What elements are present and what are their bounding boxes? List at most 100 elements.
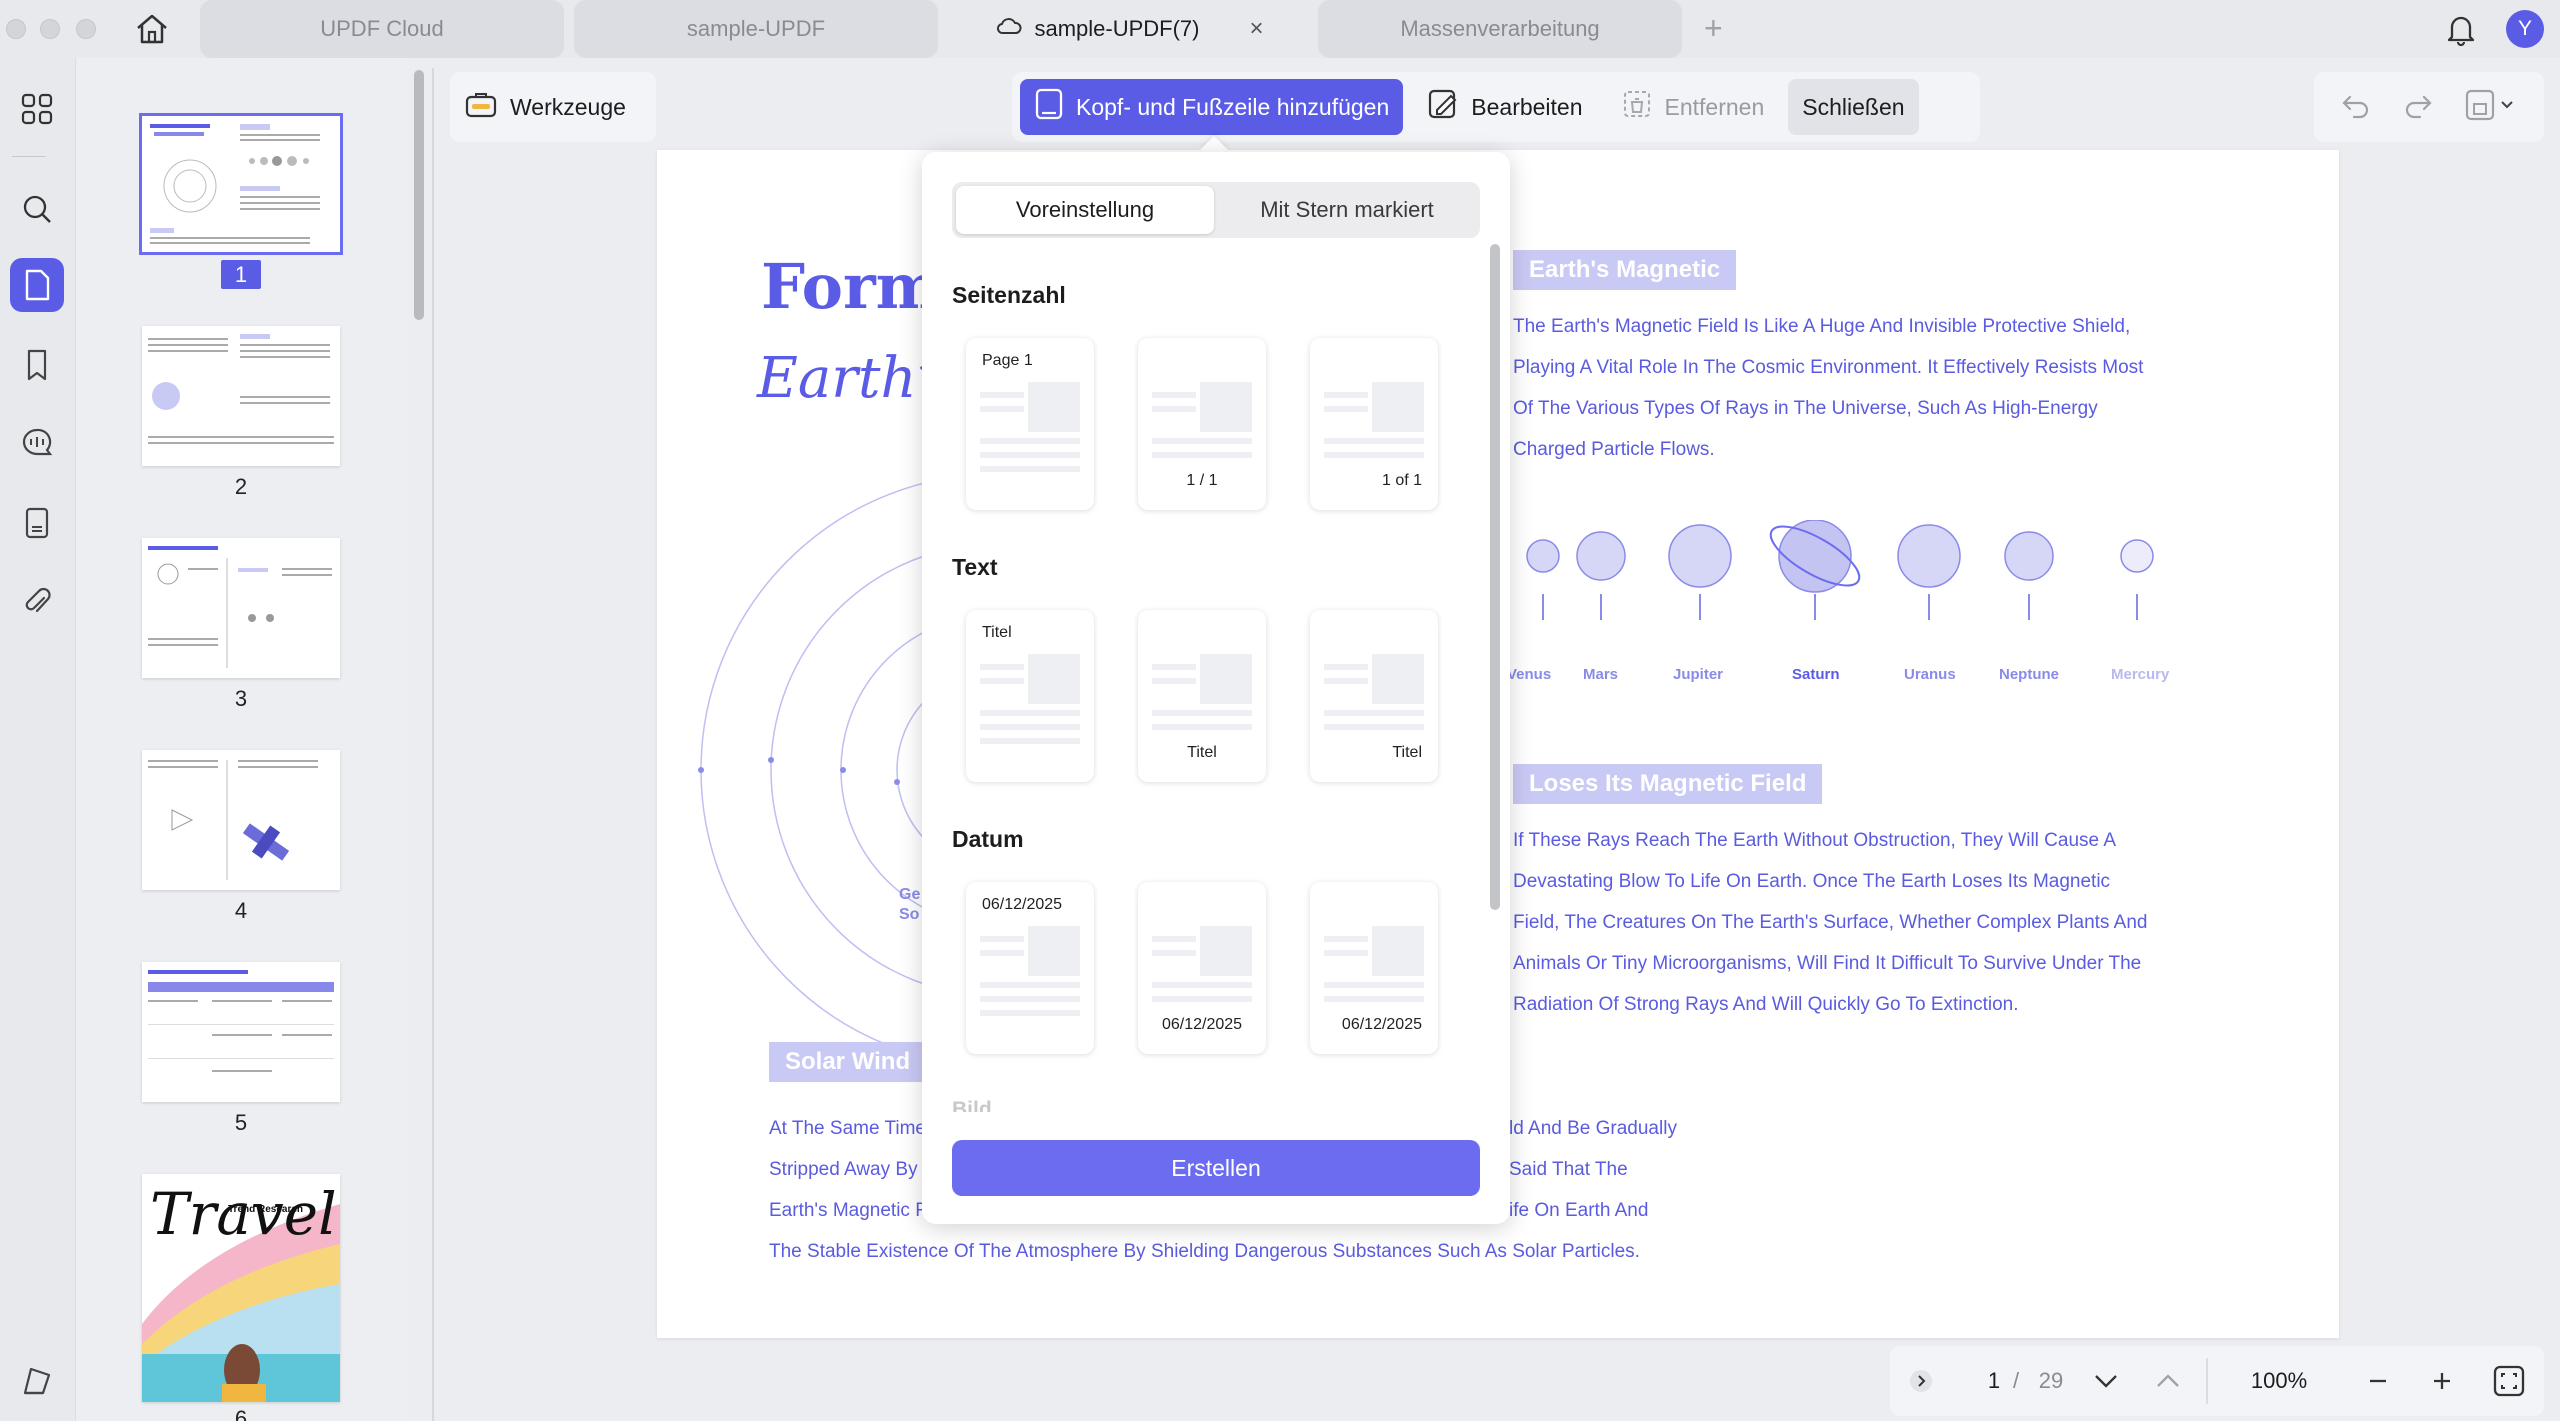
form-icon[interactable] [10,496,64,550]
thumbnail-page-number: 1 [142,260,340,289]
save-icon[interactable] [2464,88,2514,127]
tab-sample-updf[interactable]: sample-UPDF [574,0,938,58]
page-separator: / [2012,1368,2020,1393]
panel-scrollbar[interactable] [1490,244,1500,910]
tools-label: Werkzeuge [510,93,626,120]
tab-updf-cloud[interactable]: UPDF Cloud [200,0,564,58]
planet-labels: Venus Mars Jupiter Saturn Uranus Neptune… [1507,666,2170,690]
apps-grid-icon[interactable] [10,82,64,136]
tab-preset[interactable]: Voreinstellung [956,186,1214,234]
loses-paragraph: If These Rays Reach The Earth Without Ob… [1513,830,2148,1015]
planet-label: Venus [1507,666,1552,683]
collapse-chevron-icon[interactable] [1908,1346,1934,1416]
planet-label: Neptune [1999,666,2059,683]
thumbnail-page-5[interactable] [142,962,340,1102]
section-badge-solar-wind: Solar Wind [769,1042,927,1082]
template-label: 06/12/2025 [1341,1016,1422,1033]
template-segmented-control: Voreinstellung Mit Stern markiert [952,182,1480,238]
fit-page-icon[interactable] [2492,1346,2526,1416]
date-template-1[interactable]: 06/12/2025 [966,882,1094,1054]
remove-button[interactable]: Entfernen [1607,80,1779,134]
tab-label: UPDF Cloud [320,16,444,41]
zoom-level[interactable]: 100% [2224,1346,2334,1416]
zoom-out-icon[interactable] [2366,1346,2390,1416]
redo-icon[interactable] [2402,91,2434,124]
planet-label: Saturn [1792,666,1840,683]
close-tab-icon[interactable]: × [1250,15,1264,43]
window-close-light[interactable] [6,19,26,39]
edit-label: Bearbeiten [1471,93,1583,120]
text-template-3[interactable]: Titel [1310,610,1438,782]
remove-label: Entfernen [1664,93,1765,120]
attachment-icon[interactable] [10,574,64,628]
layers-icon[interactable] [10,1354,64,1408]
orbit-label: So [899,906,920,923]
search-icon[interactable] [10,182,64,236]
section-badge-loses-field: Loses Its Magnetic Field [1513,764,1823,804]
close-button[interactable]: Schließen [1788,79,1919,135]
planet-label: Mercury [2111,666,2170,683]
template-label: Titel [1187,744,1217,761]
template-label: Titel [1392,744,1422,761]
thumbnail-page-number: 3 [234,686,248,711]
planet-label: Jupiter [1673,666,1724,683]
text-template-1[interactable]: Titel [966,610,1094,782]
template-label: Page 1 [982,352,1033,369]
left-rail [0,58,76,1421]
thumbnail-page-2[interactable] [142,326,340,466]
orbit-label: Ge [899,886,921,903]
page-view-icon[interactable] [10,258,64,312]
undo-icon[interactable] [2340,91,2372,124]
total-pages: 29 [2038,1368,2064,1393]
tab-label: sample-UPDF [686,16,826,41]
page-number-template-1[interactable]: Page 1 [966,338,1094,510]
thumbnail-page-number: 5 [234,1110,248,1135]
section-title-text: Text [952,554,998,580]
toolbox-icon [464,89,498,125]
header-footer-panel: Voreinstellung Mit Stern markiert Seiten… [922,152,1510,1224]
avatar[interactable]: Y [2506,10,2544,48]
template-label: 06/12/2025 [1161,1016,1243,1033]
thumbnail-page-4[interactable] [142,750,340,890]
tab-sample-updf-7[interactable]: sample-UPDF(7) × [948,0,1312,58]
window-zoom-light[interactable] [76,19,96,39]
add-header-footer-button[interactable]: Kopf- und Fußzeile hinzufügen [1020,79,1404,135]
bell-icon[interactable] [2444,12,2478,51]
thumbnail-scrollbar[interactable] [414,70,424,320]
tab-label: sample-UPDF(7) [1034,16,1200,41]
bookmark-icon[interactable] [10,338,64,392]
zoom-in-icon[interactable] [2430,1346,2454,1416]
create-button[interactable]: Erstellen [952,1140,1480,1196]
thumbnail-page-6[interactable]: Travel Trend Research [142,1174,340,1402]
thumbnail-page-number: 2 [234,474,248,499]
panel-divider [432,68,434,1421]
page-number-template-2[interactable]: 1 / 1 [1138,338,1266,510]
page-number-template-3[interactable]: 1 of 1 [1310,338,1438,510]
section-title-page-number: Seitenzahl [952,282,1066,308]
template-label: 1 of 1 [1381,472,1422,489]
thumbnail-page-number: 4 [234,898,248,923]
page-navigation-bar: 1 / 29 100% [1890,1346,2544,1416]
next-page-icon[interactable] [2092,1346,2120,1416]
template-label: 06/12/2025 [982,896,1063,913]
edit-icon [1427,88,1459,126]
thumbnail-page-1[interactable] [139,113,343,255]
new-tab-button[interactable]: + [1704,10,1723,47]
edit-button[interactable]: Bearbeiten [1413,80,1596,134]
history-toolbar [2314,72,2544,142]
window-minimize-light[interactable] [40,19,60,39]
tab-massenverarbeitung[interactable]: Massenverarbeitung [1318,0,1682,58]
tools-group: Werkzeuge [450,72,656,142]
comment-icon[interactable] [10,416,64,470]
tab-starred[interactable]: Mit Stern markiert [1218,186,1476,234]
date-template-2[interactable]: 06/12/2025 [1138,882,1266,1054]
date-template-3[interactable]: 06/12/2025 [1310,882,1438,1054]
previous-page-icon[interactable] [2154,1346,2182,1416]
thumbnail-page-3[interactable] [142,538,340,678]
close-label: Schließen [1802,93,1905,120]
solar-paragraph-last: The Stable Existence Of The Atmosphere B… [769,1241,1640,1262]
tools-button[interactable]: Werkzeuge [450,80,640,134]
solar-paragraph-right: ld And Be Gradually Said That The ife On E… [1509,1118,1677,1221]
home-icon[interactable] [134,12,170,46]
text-template-2[interactable]: Titel [1138,610,1266,782]
